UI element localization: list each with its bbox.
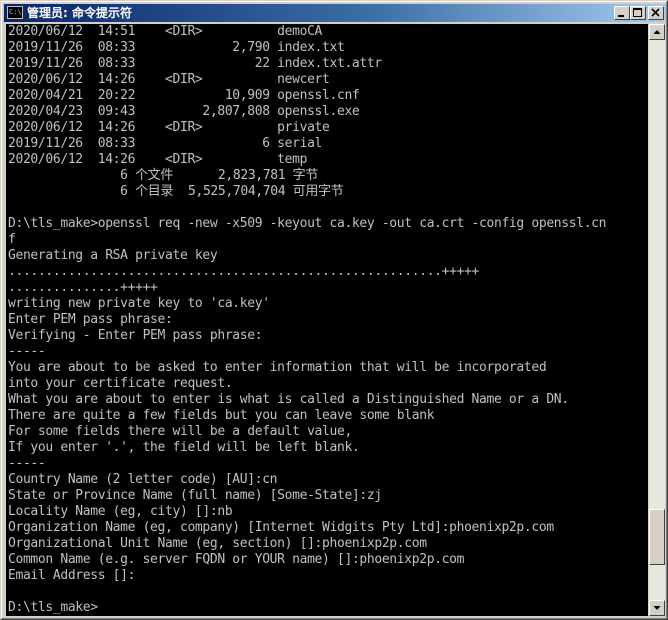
vertical-scrollbar[interactable] xyxy=(649,24,665,616)
console-line: ----- xyxy=(8,344,46,359)
window-title: 管理员: 命令提示符 xyxy=(27,6,132,20)
scroll-up-button[interactable] xyxy=(649,24,665,40)
console-line: ...............+++++ xyxy=(8,280,158,295)
console-line: 2020/06/12 14:26 <DIR> newcert xyxy=(8,72,330,87)
close-icon xyxy=(651,8,660,17)
console-line: 2019/11/26 08:33 2,790 index.txt xyxy=(8,40,345,55)
minimize-icon xyxy=(618,15,624,17)
console-line: Enter PEM pass phrase: xyxy=(8,312,173,327)
console-line: What you are about to enter is what is c… xyxy=(8,392,569,407)
console-line: If you enter '.', the field will be left… xyxy=(8,440,360,455)
console-line: 2020/06/12 14:26 <DIR> temp xyxy=(8,152,308,167)
cmd-icon[interactable]: C:\ xyxy=(7,6,23,19)
maximize-icon xyxy=(633,8,642,17)
console-lines: 2020/06/12 14:51 <DIR> demoCA 2019/11/26 … xyxy=(8,24,606,616)
console-line: Verifying - Enter PEM pass phrase: xyxy=(8,328,263,343)
console-line: writing new private key to 'ca.key' xyxy=(8,296,270,311)
console-line: State or Province Name (full name) [Some… xyxy=(8,488,382,503)
console-line: ----- xyxy=(8,456,46,471)
console-line: There are quite a few fields but you can… xyxy=(8,408,435,423)
console-line: 6 个文件 2,823,781 字节 xyxy=(8,168,318,183)
console-line: Common Name (e.g. server FQDN or YOUR na… xyxy=(8,552,465,567)
command-prompt-window: C:\ 管理员: 命令提示符 2020/06/12 14:51 <DIR> de… xyxy=(0,0,668,620)
scroll-down-button[interactable] xyxy=(649,600,665,616)
console-line: For some fields there will be a default … xyxy=(8,424,352,439)
console-line: f xyxy=(8,232,16,247)
console-line: Country Name (2 letter code) [AU]:cn xyxy=(8,472,278,487)
minimize-button[interactable] xyxy=(614,6,630,20)
console-line: 2019/11/26 08:33 22 index.txt.attr xyxy=(8,56,382,71)
arrow-down-icon xyxy=(653,606,661,610)
console-line: 2020/04/23 09:43 2,807,808 openssl.exe xyxy=(8,104,360,119)
console-line: Organization Name (eg, company) [Interne… xyxy=(8,520,554,535)
console-line: D:\tls_make>openssl req -new -x509 -keyo… xyxy=(8,216,607,231)
console-line: D:\tls_make> xyxy=(8,600,98,615)
title-bar[interactable]: C:\ 管理员: 命令提示符 xyxy=(4,4,666,22)
console-line: Organizational Unit Name (eg, section) [… xyxy=(8,536,427,551)
console-line: 2020/06/12 14:26 <DIR> private xyxy=(8,120,330,135)
console-line: You are about to be asked to enter infor… xyxy=(8,360,547,375)
arrow-up-icon xyxy=(653,30,661,34)
console-line: 2020/06/12 14:51 <DIR> demoCA xyxy=(8,24,323,39)
console-line: 2019/11/26 08:33 6 serial xyxy=(8,136,323,151)
console-line: Generating a RSA private key xyxy=(8,248,218,263)
scroll-thumb[interactable] xyxy=(649,509,665,565)
console-line: ........................................… xyxy=(8,264,480,279)
console-output[interactable]: 2020/06/12 14:51 <DIR> demoCA 2019/11/26 … xyxy=(6,24,648,616)
console-line: Locality Name (eg, city) []:nb xyxy=(8,504,233,519)
console-line: into your certificate request. xyxy=(8,376,233,391)
console-line: 2020/04/21 20:22 10,909 openssl.cnf xyxy=(8,88,360,103)
maximize-button[interactable] xyxy=(630,6,646,20)
window-frame: C:\ 管理员: 命令提示符 2020/06/12 14:51 <DIR> de… xyxy=(1,1,667,619)
console-line: 6 个目录 5,525,704,704 可用字节 xyxy=(8,184,344,199)
close-button[interactable] xyxy=(648,6,664,20)
console-line: Email Address []: xyxy=(8,568,136,583)
